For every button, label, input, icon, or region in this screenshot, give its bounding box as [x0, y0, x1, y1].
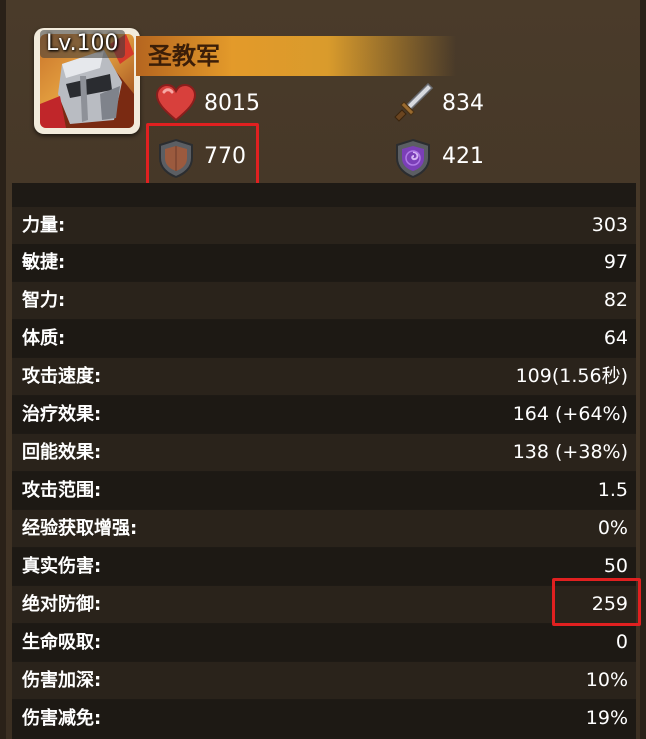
stat-value: 82 — [603, 289, 628, 311]
stat-label: 伤害加深: — [22, 670, 102, 691]
stat-row-true-damage: 真实伤害: 50 — [12, 548, 636, 585]
stat-row-energy-regen: 回能效果: 138 (+38%) — [12, 434, 636, 471]
stat-value: 138 (+38%) — [512, 441, 628, 463]
stat-label: 真实伤害: — [22, 556, 102, 577]
heart-icon — [155, 83, 197, 122]
magic-resist-value: 421 — [442, 144, 484, 169]
stat-value: 109(1.56秒) — [515, 365, 628, 387]
stat-label: 治疗效果: — [22, 404, 102, 425]
hero-level: Lv.100 — [40, 30, 125, 58]
stat-row-attack-range: 攻击范围: 1.5 — [12, 472, 636, 509]
stat-row-exp-boost: 经验获取增强: 0% — [12, 510, 636, 547]
stat-label: 智力: — [22, 290, 66, 311]
hp-value: 8015 — [204, 91, 260, 116]
stat-label: 攻击范围: — [22, 480, 102, 501]
stat-value: 64 — [603, 327, 628, 349]
stat-row-damage-reduction: 伤害减免: 19% — [12, 700, 636, 737]
stat-row-constitution: 体质: 64 — [12, 320, 636, 357]
stat-label: 力量: — [22, 215, 66, 236]
stat-label: 绝对防御: — [22, 594, 102, 615]
stat-label: 体质: — [22, 328, 66, 349]
stat-value: 1.5 — [597, 479, 628, 501]
stat-value: 97 — [603, 251, 628, 273]
stat-row-intelligence: 智力: 82 — [12, 282, 636, 319]
attack-value: 834 — [442, 91, 484, 116]
hero-name: 圣教军 — [148, 42, 220, 70]
stat-label: 生命吸取: — [22, 632, 102, 653]
sword-icon — [394, 82, 434, 122]
stat-value: 164 (+64%) — [512, 403, 628, 425]
stat-row-healing: 治疗效果: 164 (+64%) — [12, 396, 636, 433]
stat-row-attack-speed: 攻击速度: 109(1.56秒) — [12, 358, 636, 395]
stat-label: 伤害减免: — [22, 708, 102, 729]
stat-row-agility: 敏捷: 97 — [12, 244, 636, 281]
absolute-defense-highlight-box — [552, 578, 641, 626]
stat-label: 敏捷: — [22, 252, 66, 273]
stat-row-absolute-defense: 绝对防御: 259 — [12, 586, 636, 623]
stat-row-life-steal: 生命吸取: 0 — [12, 624, 636, 661]
stat-label: 经验获取增强: — [22, 518, 138, 539]
magic-shield-icon — [394, 138, 432, 179]
stat-row-damage-amp: 伤害加深: 10% — [12, 662, 636, 699]
stat-value: 19% — [585, 707, 628, 729]
stat-label: 回能效果: — [22, 442, 102, 463]
stat-value: 10% — [585, 669, 628, 691]
stat-value: 303 — [591, 214, 628, 236]
stat-label: 攻击速度: — [22, 366, 102, 387]
stat-value: 0 — [615, 631, 628, 653]
stat-value: 0% — [597, 517, 628, 539]
stat-row-strength: 力量: 303 — [12, 207, 636, 244]
